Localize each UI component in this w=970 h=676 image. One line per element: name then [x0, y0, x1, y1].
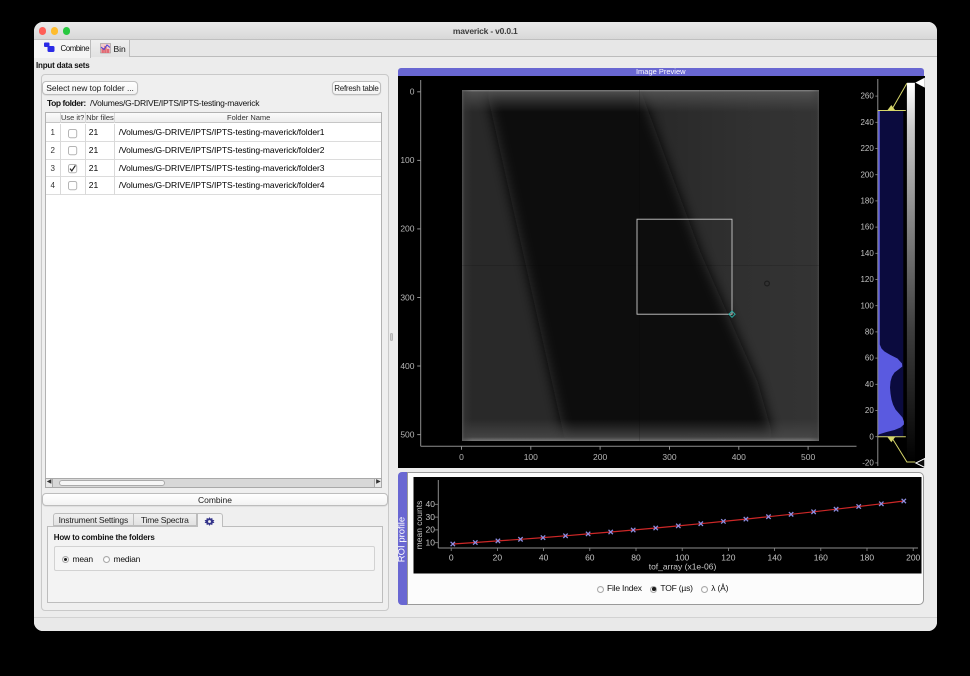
- svg-text:180: 180: [859, 552, 873, 562]
- svg-text:500: 500: [400, 429, 414, 439]
- svg-text:40: 40: [425, 499, 435, 509]
- svg-text:260: 260: [860, 91, 874, 100]
- svg-text:400: 400: [731, 452, 745, 462]
- svg-text:200: 200: [593, 452, 607, 462]
- svg-text:-20: -20: [862, 458, 874, 467]
- svg-text:180: 180: [860, 196, 874, 205]
- svg-text:100: 100: [860, 301, 874, 310]
- svg-text:500: 500: [801, 452, 815, 462]
- svg-text:140: 140: [860, 248, 874, 257]
- svg-text:160: 160: [813, 552, 827, 562]
- svg-text:0: 0: [869, 432, 874, 441]
- svg-text:240: 240: [860, 117, 874, 126]
- svg-text:20: 20: [425, 524, 435, 534]
- svg-text:tof_array (x1e-06): tof_array (x1e-06): [648, 561, 716, 571]
- svg-text:10: 10: [425, 537, 435, 547]
- svg-text:400: 400: [400, 360, 414, 370]
- svg-text:40: 40: [864, 379, 873, 388]
- svg-text:160: 160: [860, 222, 874, 231]
- svg-text:60: 60: [864, 353, 873, 362]
- svg-text:120: 120: [860, 275, 874, 284]
- svg-text:40: 40: [538, 552, 548, 562]
- svg-text:300: 300: [400, 292, 414, 302]
- svg-text:140: 140: [767, 552, 781, 562]
- svg-text:0: 0: [448, 552, 453, 562]
- svg-text:300: 300: [662, 452, 676, 462]
- svg-text:200: 200: [860, 170, 874, 179]
- svg-text:0: 0: [409, 86, 414, 96]
- svg-text:0: 0: [459, 452, 464, 462]
- svg-text:220: 220: [860, 144, 874, 153]
- svg-text:120: 120: [721, 552, 735, 562]
- svg-text:60: 60: [585, 552, 595, 562]
- svg-text:200: 200: [906, 552, 920, 562]
- svg-text:80: 80: [631, 552, 641, 562]
- svg-text:100: 100: [523, 452, 537, 462]
- svg-text:30: 30: [425, 511, 435, 521]
- svg-text:20: 20: [492, 552, 502, 562]
- svg-text:80: 80: [864, 327, 873, 336]
- svg-text:200: 200: [400, 223, 414, 233]
- svg-text:20: 20: [864, 406, 873, 415]
- svg-text:100: 100: [400, 155, 414, 165]
- svg-text:mean counts: mean counts: [414, 500, 424, 549]
